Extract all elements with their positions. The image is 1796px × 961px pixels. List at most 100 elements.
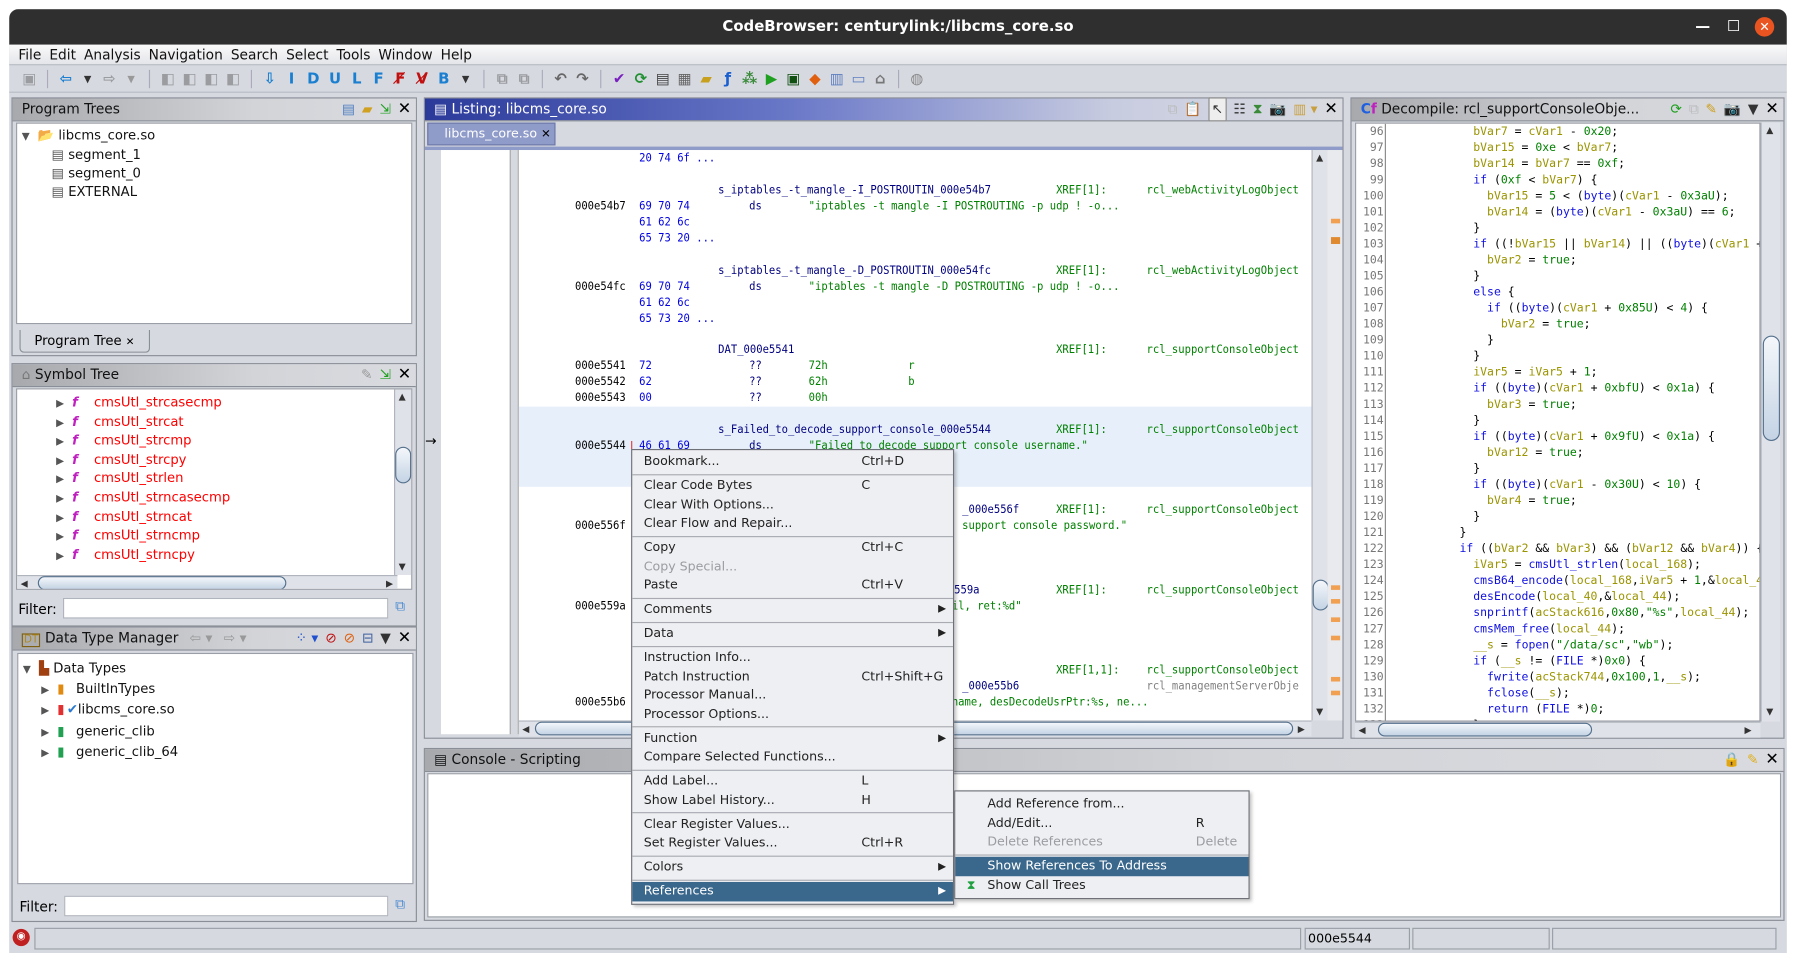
filter-options-icon[interactable]: ⧉	[395, 896, 405, 913]
help-icon[interactable]: ◍	[906, 70, 928, 87]
expand-icon[interactable]: ▶	[56, 414, 72, 432]
overview-bar[interactable]	[1327, 150, 1343, 721]
next-data-icon[interactable]: D	[302, 70, 324, 87]
bytes-icon[interactable]: ▤	[652, 70, 674, 87]
close-panel-icon[interactable]: ✕	[1765, 749, 1778, 771]
diff-icon[interactable]: ⧗	[1253, 99, 1263, 121]
menu-item-add-reference-from[interactable]: Add Reference from...	[955, 795, 1248, 814]
no-pointer-filter-icon[interactable]: ⊘	[325, 628, 337, 650]
menu-item-instruction-info[interactable]: Instruction Info...	[632, 648, 953, 667]
close-panel-icon[interactable]: ✕	[398, 628, 411, 650]
prev-bookmark-icon[interactable]: ◧	[157, 70, 179, 87]
field-layout-icon[interactable]: ☷	[1234, 99, 1246, 121]
label[interactable]: DAT_000e5541	[718, 342, 794, 358]
archive-item[interactable]: ▶ ▮ BuiltInTypes	[41, 679, 155, 697]
menu-item-clear-with-options[interactable]: Clear With Options...	[632, 495, 953, 514]
close-panel-icon[interactable]: ✕	[398, 99, 411, 121]
menu-item-references[interactable]: References ▶	[632, 881, 953, 901]
menu-item-show-references-to-address[interactable]: Show References To Address	[955, 856, 1249, 876]
label[interactable]: _000e556f	[962, 503, 1019, 519]
next-down-icon[interactable]: ⇩	[259, 70, 281, 87]
symbol-item[interactable]: ▶ f cmsUtl_strcat	[56, 412, 183, 430]
next-instruction-icon[interactable]: I	[281, 70, 303, 87]
merge2-icon[interactable]: ⧉	[513, 70, 535, 87]
expand-icon[interactable]: ▶	[41, 744, 57, 762]
go-to-icon[interactable]: ⇲	[379, 99, 391, 121]
expand-icon[interactable]: ▶	[56, 547, 72, 565]
label[interactable]: _000e55b6	[962, 679, 1019, 695]
menu-item-copy[interactable]: Copy Ctrl+C	[632, 538, 953, 557]
graph-icon[interactable]: ⁂	[739, 70, 761, 87]
menu-item-add-label[interactable]: Add Label... L	[632, 772, 953, 791]
symbol-item[interactable]: ▶ f cmsUtl_strncat	[56, 507, 192, 525]
menu-item-show-call-trees[interactable]: ⧗ Show Call Trees	[955, 876, 1248, 895]
menu-item-patch-instruction[interactable]: Patch Instruction Ctrl+Shift+G	[632, 667, 953, 686]
menu-item-function[interactable]: Function ▶	[632, 729, 953, 748]
label[interactable]: 559a	[954, 583, 979, 599]
menu-item-processor-manual[interactable]: Processor Manual...	[632, 686, 953, 705]
symbol-item[interactable]: ▶ f cmsUtl_strlen	[56, 469, 183, 487]
symbol-item[interactable]: ▶ f cmsUtl_strcasecmp	[56, 393, 222, 411]
expand-icon[interactable]: ▶	[56, 395, 72, 413]
run-icon[interactable]: ▶	[761, 70, 783, 87]
vertical-scrollbar[interactable]: ▲ ▼	[394, 389, 412, 575]
expand-icon[interactable]: ▶	[56, 471, 72, 489]
menu-search[interactable]: Search	[231, 45, 278, 64]
vertical-scrollbar[interactable]: ▲ ▼	[1760, 122, 1780, 722]
menu-item-data[interactable]: Data ▶	[632, 624, 953, 643]
refresh-icon[interactable]: ⟳	[630, 70, 652, 87]
window-icon[interactable]: ▭	[848, 70, 870, 87]
close-panel-icon[interactable]: ✕	[398, 364, 411, 386]
options-icon[interactable]: ▥ ▾	[1293, 99, 1317, 121]
menu-analysis[interactable]: Analysis	[84, 45, 141, 64]
maximize-button[interactable]: ☐	[1724, 17, 1743, 36]
check-icon[interactable]: ✔	[608, 70, 630, 87]
expand-icon[interactable]: ▶	[41, 682, 57, 700]
listing-icon[interactable]: ▥	[826, 70, 848, 87]
create-tree-icon[interactable]: ▤	[342, 99, 355, 121]
archive-item[interactable]: ▶ ▮ ✔libcms_core.so	[41, 700, 174, 718]
back-dropdown-icon[interactable]: ▾	[77, 70, 99, 87]
expand-icon[interactable]: ▼	[23, 661, 39, 679]
menu-item-comments[interactable]: Comments ▶	[632, 600, 953, 619]
clear-icon[interactable]: ✎	[1747, 749, 1759, 771]
next-label-icon[interactable]: L	[346, 70, 368, 87]
menu-file[interactable]: File	[18, 45, 41, 64]
filter-types-icon[interactable]: ⁘ ▾	[295, 628, 318, 650]
close-tab-icon[interactable]: ✕	[541, 128, 551, 141]
close-button[interactable]: ✕	[1754, 17, 1775, 37]
tree-icon[interactable]: ⌂	[869, 70, 891, 87]
tree-item[interactable]: ▤ segment_1	[52, 145, 141, 163]
menu-help[interactable]: Help	[441, 45, 472, 64]
bookmark-dropdown-icon[interactable]: ▾	[455, 70, 477, 87]
menu-item-colors[interactable]: Colors ▶	[632, 858, 953, 877]
close-panel-icon[interactable]: ✕	[1324, 99, 1337, 121]
scroll-thumb[interactable]	[37, 576, 287, 589]
filter-input[interactable]	[62, 597, 389, 619]
forward-icon[interactable]: ⇨ ▾	[224, 630, 247, 646]
scroll-thumb[interactable]	[1377, 722, 1593, 737]
menu-item-bookmark[interactable]: Bookmark... Ctrl+D	[632, 452, 953, 471]
expand-icon[interactable]: ▶	[41, 723, 57, 741]
menu-item-set-register-values[interactable]: Set Register Values... Ctrl+R	[632, 834, 953, 853]
menu-dropdown-icon[interactable]: ▼	[1748, 99, 1759, 121]
menu-select[interactable]: Select	[286, 45, 328, 64]
collapse-all-icon[interactable]: ⊟	[362, 628, 374, 650]
refresh-icon[interactable]: ⟳	[1670, 99, 1682, 121]
vertical-scrollbar[interactable]: ▲ ▼	[1311, 150, 1329, 721]
margin-divider[interactable]	[509, 150, 519, 735]
menu-item-add-edit[interactable]: Add/Edit... R	[955, 814, 1248, 833]
menu-item-show-label-history[interactable]: Show Label History... H	[632, 791, 953, 810]
next-bookmark-b-icon[interactable]: B	[433, 70, 455, 87]
label[interactable]: s_iptables_-t_mangle_-I_POSTROUTIN_000e5…	[718, 183, 991, 199]
no-array-filter-icon[interactable]: ⊘	[344, 628, 356, 650]
folder-icon[interactable]: ▰	[695, 70, 717, 87]
snapshot-icon[interactable]: 📷	[1724, 99, 1741, 121]
paste-icon[interactable]: 📋	[1184, 99, 1201, 121]
go-to-icon[interactable]: ⇲	[379, 364, 391, 386]
table-icon[interactable]: ▦	[674, 70, 696, 87]
tree-item[interactable]: ▤ EXTERNAL	[52, 182, 137, 200]
diamond-icon[interactable]: ◆	[804, 70, 826, 87]
close-tab-icon[interactable]: ✕	[126, 337, 135, 348]
horizontal-scrollbar[interactable]: ◀ ▶	[17, 574, 398, 589]
